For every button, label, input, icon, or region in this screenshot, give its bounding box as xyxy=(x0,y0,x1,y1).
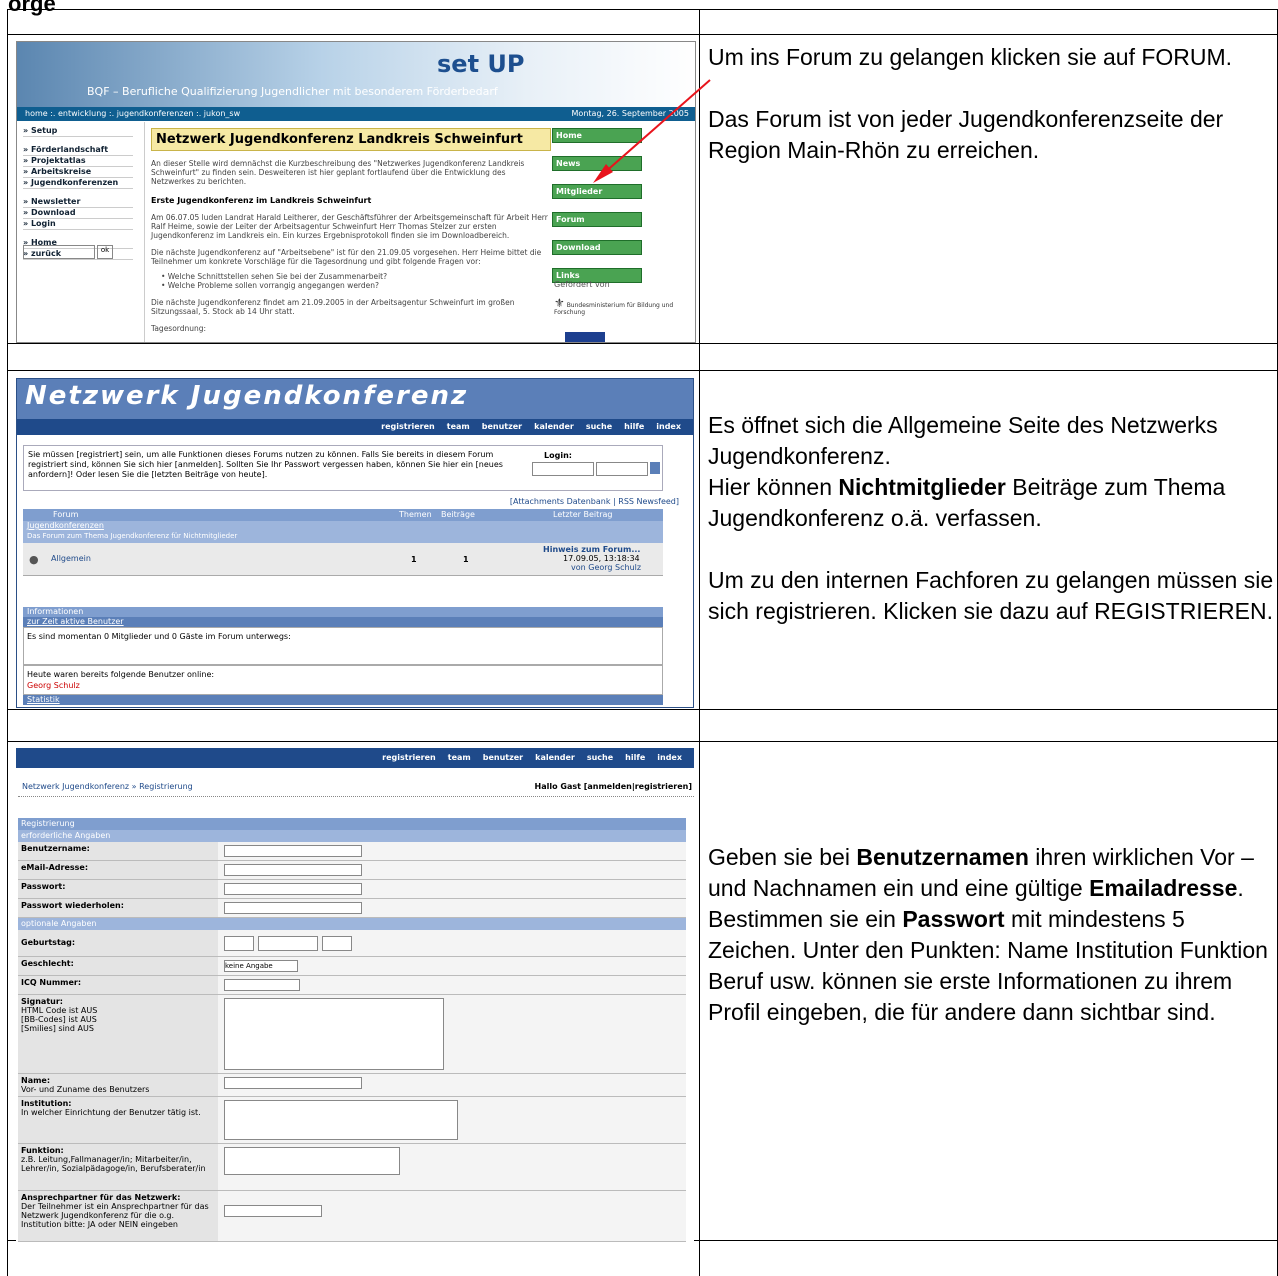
table-header: Forum Themen Beiträge Letzter Beitrag xyxy=(23,509,663,521)
function-label: Funktion: z.B. Leitung,Fallmanager/in; Mi… xyxy=(18,1144,218,1190)
icq-field[interactable] xyxy=(224,979,300,991)
forum-screenshot: Netzwerk Jugendkonferenz registrieren tea… xyxy=(16,378,694,708)
nav-help[interactable]: hilfe xyxy=(624,422,644,431)
login-go-button[interactable] xyxy=(650,462,660,474)
forum-body: Sie müssen [registriert] sein, um alle F… xyxy=(17,435,693,707)
table-row[interactable]: ● Allgemein 1 1 Hinweis zum Forum... 17.… xyxy=(23,543,663,576)
nav-help[interactable]: hilfe xyxy=(625,753,645,762)
nav-register[interactable]: registrieren xyxy=(382,753,436,762)
password-field[interactable] xyxy=(224,883,362,895)
signature-label: Signatur: HTML Code ist AUS [BB-Codes] is… xyxy=(18,995,218,1073)
month-select[interactable] xyxy=(258,936,318,951)
active-users-header[interactable]: zur Zeit aktive Benutzer xyxy=(23,617,663,627)
nav-users[interactable]: benutzer xyxy=(482,422,522,431)
feeds-links[interactable]: [Attachments Datenbank | RSS Newsfeed] xyxy=(510,497,679,506)
signature-textarea[interactable] xyxy=(224,998,444,1070)
birthday-label: Geburtstag: xyxy=(18,930,218,956)
institution-label: Institution: In welcher Einrichtung der B… xyxy=(18,1097,218,1143)
breadcrumb-text[interactable]: Netzwerk Jugendkonferenz » Registrierung xyxy=(22,782,193,791)
nav-team[interactable]: team xyxy=(448,753,471,762)
function-textarea[interactable] xyxy=(224,1147,400,1175)
institution-textarea[interactable] xyxy=(224,1100,458,1140)
nav-calendar[interactable]: kalender xyxy=(535,753,575,762)
nav-index[interactable]: index xyxy=(657,753,682,762)
category-row[interactable]: Jugendkonferenzen Das Forum zum Thema Jug… xyxy=(23,521,663,543)
password-input[interactable] xyxy=(596,462,648,476)
nav-calendar[interactable]: kalender xyxy=(534,422,574,431)
breadcrumb: Netzwerk Jugendkonferenz » Registrierung… xyxy=(18,782,694,797)
optional-header: optionale Angaben xyxy=(18,918,686,930)
username-label: Benutzername: xyxy=(18,842,218,860)
password-repeat-field[interactable] xyxy=(224,902,362,914)
partner-label: Ansprechpartner für das Netzwerk: Der Tei… xyxy=(18,1191,218,1241)
login-text: Sie müssen [registriert] sein, um alle F… xyxy=(28,450,503,479)
year-field[interactable] xyxy=(322,936,352,951)
forum-nav: registrieren team benutzer kalender suche hil… xyxy=(16,748,694,768)
login-box: Sie müssen [registriert] sein, um alle F… xyxy=(23,445,663,491)
nav-users[interactable]: benutzer xyxy=(483,753,523,762)
name-label: Name: Vor- und Zuname des Benutzers xyxy=(18,1074,218,1096)
email-field[interactable] xyxy=(224,864,362,876)
partner-field[interactable] xyxy=(224,1205,322,1217)
nav-register[interactable]: registrieren xyxy=(381,422,435,431)
icq-label: ICQ Nummer: xyxy=(18,976,218,994)
active-users-text: Es sind momentan 0 Mitglieder und 0 Gäst… xyxy=(23,627,663,665)
stats-header[interactable]: Statistik xyxy=(23,695,663,705)
username-input[interactable] xyxy=(532,462,594,476)
nav-search[interactable]: suche xyxy=(587,753,613,762)
forum-title: Netzwerk Jugendkonferenz xyxy=(25,381,469,411)
info-header: Informationen xyxy=(23,607,663,617)
password-label: Passwort: xyxy=(18,880,218,898)
section-header: Registrierung xyxy=(18,818,686,830)
gender-select[interactable]: keine Angabe xyxy=(224,960,298,972)
today-users: Heute waren bereits folgende Benutzer on… xyxy=(23,665,663,695)
login-label: Login: xyxy=(544,451,572,460)
password-repeat-label: Passwort wiederholen: xyxy=(18,899,218,917)
nav-index[interactable]: index xyxy=(656,422,681,431)
nav-search[interactable]: suche xyxy=(586,422,612,431)
username-field[interactable] xyxy=(224,845,362,857)
forum-nav: registrieren team benutzer kalender suche hil… xyxy=(17,419,693,435)
email-label: eMail-Adresse: xyxy=(18,861,218,879)
greeting[interactable]: Hallo Gast [anmelden|registrieren] xyxy=(535,782,692,791)
info-section: Informationen zur Zeit aktive Benutzer E… xyxy=(23,607,663,705)
registration-screenshot: registrieren team benutzer kalender suche hil… xyxy=(16,748,694,1260)
required-header: erforderliche Angaben xyxy=(18,830,686,842)
gender-label: Geschlecht: xyxy=(18,957,218,975)
day-select[interactable] xyxy=(224,936,254,951)
registration-form: Registrierung erforderliche Angaben Benu… xyxy=(18,818,686,1242)
forum-table: Forum Themen Beiträge Letzter Beitrag Ju… xyxy=(23,509,663,576)
nav-team[interactable]: team xyxy=(447,422,470,431)
name-field[interactable] xyxy=(224,1077,362,1089)
